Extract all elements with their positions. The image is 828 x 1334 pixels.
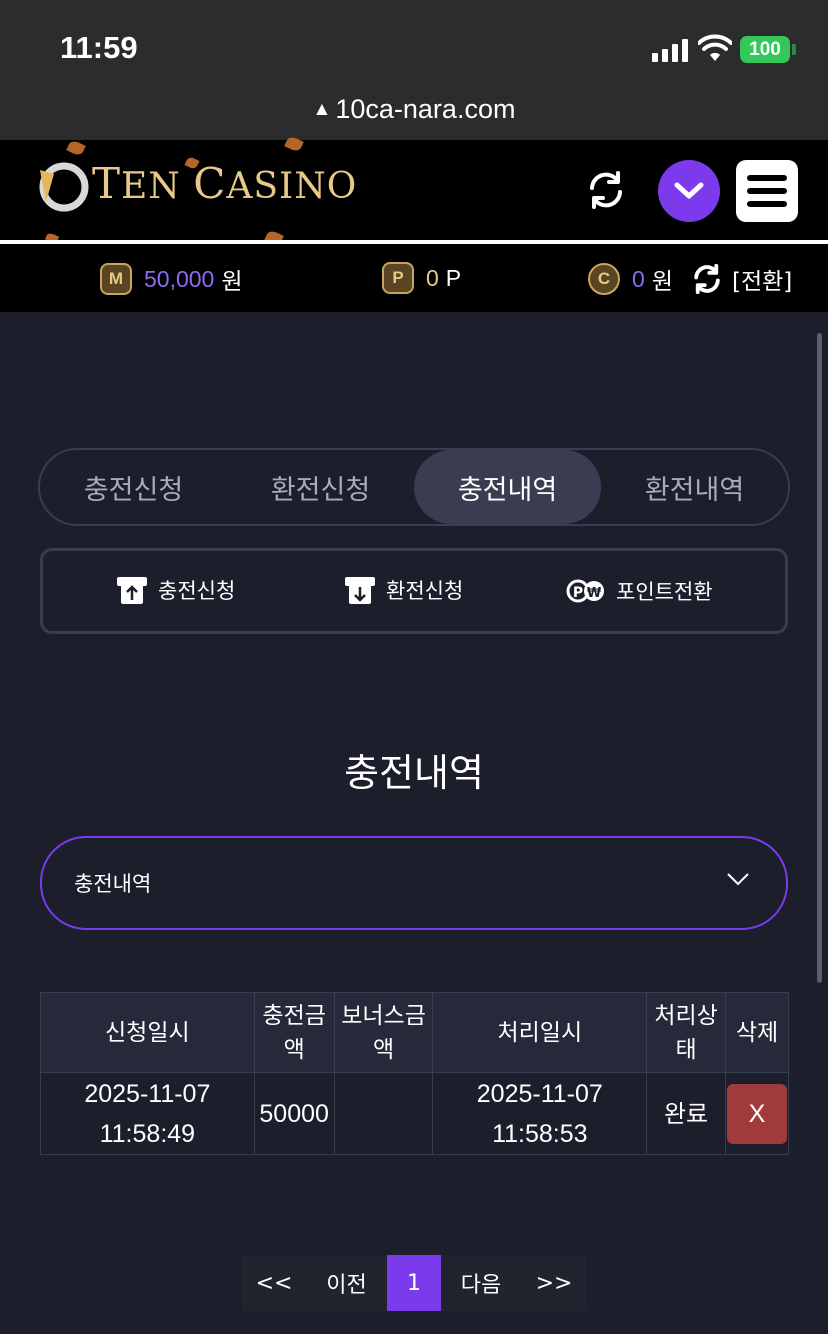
withdraw-request-label: 환전신청 <box>386 579 464 603</box>
deposit-request-label: 충전신청 <box>158 579 236 603</box>
col-amount: 충전금 액 <box>253 992 335 1073</box>
cell-request-datetime: 2025-11-07 11:58:49 <box>40 1072 255 1155</box>
point-value: 0 <box>426 264 439 291</box>
select-value: 충전내역 <box>74 872 152 896</box>
point-convert-link[interactable]: P ₩ 포인트전환 <box>566 574 713 608</box>
menu-bar <box>747 175 787 181</box>
deposit-history-table: 신청일시 충전금 액 보너스금 액 처리일시 처리상 태 삭제 2025-11-07 1… <box>40 992 790 1155</box>
pagination: << 이전 1 다음 >> <box>242 1255 587 1311</box>
hamburger-menu-button[interactable] <box>736 160 798 222</box>
page-title: 충전내역 <box>344 751 484 795</box>
casino-balance: C 0 원 <box>588 262 673 296</box>
wifi-icon <box>698 34 732 61</box>
url-text: 10ca-nara.com <box>335 94 516 124</box>
warning-icon: ▲ <box>312 99 332 120</box>
point-convert-label: 포인트전환 <box>616 580 713 604</box>
point-convert-icon: P ₩ <box>566 579 604 603</box>
col-request-date: 신청일시 <box>40 992 255 1073</box>
page-scrollbar[interactable] <box>817 333 822 983</box>
col-bonus: 보너스금 액 <box>333 992 434 1073</box>
account-dropdown-button[interactable] <box>658 160 720 222</box>
refresh-icon <box>694 263 720 295</box>
status-time: 11:59 <box>60 30 138 65</box>
delete-button[interactable]: X <box>726 1083 787 1144</box>
svg-text:₩: ₩ <box>587 586 602 601</box>
refresh-icon[interactable] <box>584 168 628 212</box>
cell-status: 완료 <box>646 1072 726 1155</box>
col-processed-date: 처리일시 <box>432 992 648 1073</box>
table-row: 2025-11-07 11:58:49 50000 2025-11-07 11:58… <box>40 1072 790 1155</box>
point-unit: P <box>445 264 462 291</box>
withdraw-icon <box>345 577 375 604</box>
money-value: 50,000 <box>144 265 215 292</box>
money-coin-icon: M <box>100 263 132 295</box>
page-next-button[interactable]: 다음 <box>441 1255 521 1311</box>
cell-delete: X <box>724 1072 790 1155</box>
tab-deposit-history[interactable]: 충전내역 <box>414 450 601 524</box>
deposit-icon <box>117 577 147 604</box>
convert-label: [전환] <box>732 269 793 295</box>
logo-emblem-icon <box>39 162 89 212</box>
tab-bar: 충전신청 환전신청 충전내역 환전내역 <box>38 448 790 526</box>
cellular-signal-icon <box>652 38 688 62</box>
col-status: 처리상 태 <box>646 992 726 1073</box>
tab-withdraw-history[interactable]: 환전내역 <box>601 450 788 524</box>
menu-bar <box>747 188 787 194</box>
deposit-request-link[interactable]: 충전신청 <box>116 574 235 606</box>
svg-text:P: P <box>573 585 583 601</box>
page-current-button[interactable]: 1 <box>387 1255 441 1311</box>
page-first-button[interactable]: << <box>242 1255 306 1311</box>
battery-icon: 100 <box>740 36 790 63</box>
address-bar[interactable]: ▲ 10ca-nara.com <box>0 94 828 125</box>
point-coin-icon: P <box>382 262 414 294</box>
tab-deposit-request[interactable]: 충전신청 <box>40 450 227 524</box>
money-unit: 원 <box>221 268 243 294</box>
casino-value: 0 <box>632 265 645 292</box>
logo-text: TEN CASINO <box>92 158 358 208</box>
cell-bonus <box>333 1072 434 1155</box>
battery-tip <box>792 44 796 55</box>
tab-withdraw-request[interactable]: 환전신청 <box>227 450 414 524</box>
menu-bar <box>747 201 787 207</box>
casino-unit: 원 <box>651 268 673 294</box>
withdraw-request-link[interactable]: 환전신청 <box>344 574 463 606</box>
col-delete: 삭제 <box>724 992 790 1073</box>
convert-button[interactable]: [전환] <box>690 262 792 296</box>
chevron-down-icon <box>674 182 704 199</box>
cell-amount: 50000 <box>253 1072 335 1155</box>
chevron-down-icon <box>727 873 749 886</box>
point-balance: P 0 P <box>382 262 461 294</box>
cell-processed-datetime: 2025-11-07 11:58:53 <box>432 1072 648 1155</box>
casino-coin-icon: C <box>588 263 620 295</box>
history-type-select[interactable]: 충전내역 <box>40 836 788 930</box>
page-last-button[interactable]: >> <box>521 1255 587 1311</box>
table-header-row: 신청일시 충전금 액 보너스금 액 처리일시 처리상 태 삭제 <box>40 992 790 1073</box>
money-balance: M 50,000 원 <box>100 262 243 296</box>
site-logo[interactable]: TEN CASINO <box>32 148 357 218</box>
page-prev-button[interactable]: 이전 <box>306 1255 387 1311</box>
